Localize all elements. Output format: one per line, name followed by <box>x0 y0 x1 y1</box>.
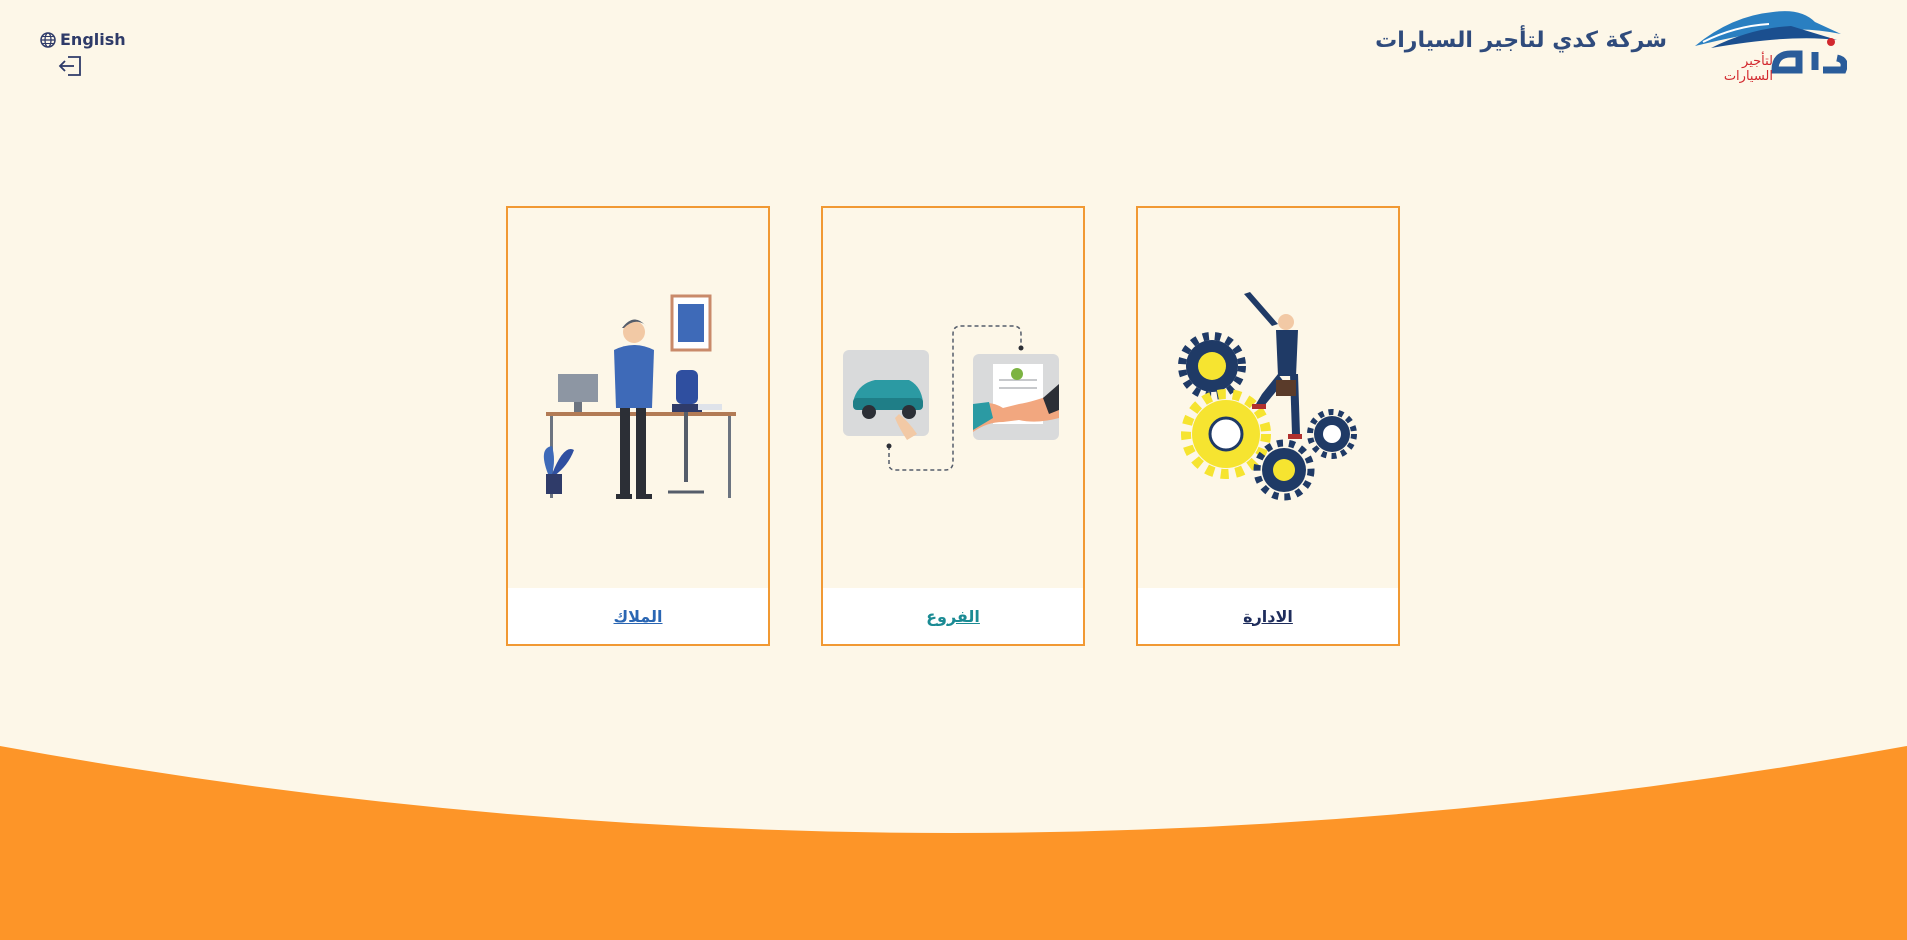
branches-card[interactable]: الفروع <box>821 206 1085 646</box>
footer-wave <box>0 746 1907 940</box>
section-cards: الملاك الفروع الادارة <box>506 206 1401 648</box>
owners-illustration <box>508 208 768 588</box>
top-left-controls: English <box>40 30 130 79</box>
owners-card[interactable]: الملاك <box>506 206 770 646</box>
administration-illustration <box>1138 208 1398 588</box>
branches-label[interactable]: الفروع <box>823 588 1083 644</box>
car-handshake-illustration <box>843 325 1059 471</box>
administration-card[interactable]: الادارة <box>1136 206 1400 646</box>
language-label: English <box>60 30 126 49</box>
branches-illustration <box>823 208 1083 588</box>
header-branding: شركة كدي لتأجير السيارات لتأجير السيارات <box>1375 4 1847 84</box>
gears-businessman-illustration <box>1178 292 1357 501</box>
logout-icon <box>58 56 81 76</box>
office-man-illustration <box>543 294 736 499</box>
company-logo[interactable]: لتأجير السيارات <box>1691 4 1847 84</box>
logout-button[interactable] <box>58 55 86 79</box>
language-switch-button[interactable]: English <box>40 30 130 49</box>
owners-label[interactable]: الملاك <box>508 588 768 644</box>
administration-label[interactable]: الادارة <box>1138 588 1398 644</box>
company-name: شركة كدي لتأجير السيارات <box>1375 27 1667 53</box>
globe-icon <box>40 31 56 48</box>
logo-tagline: لتأجير السيارات <box>1723 54 1773 84</box>
